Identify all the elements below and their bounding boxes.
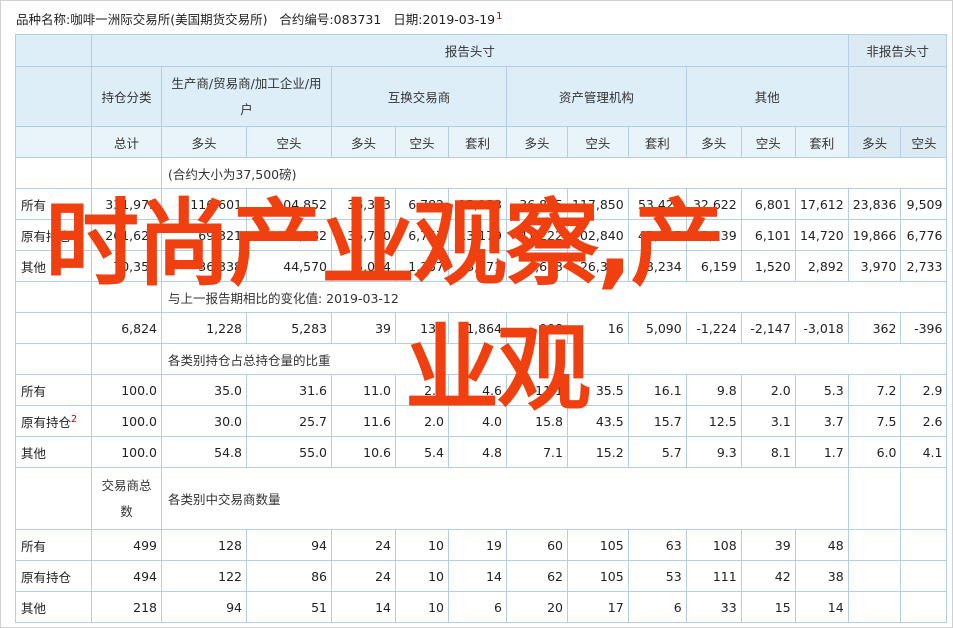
- row-label: 所有: [15, 529, 92, 561]
- other-spread-header: 套利: [794, 126, 849, 158]
- report-date-label: 日期:: [393, 12, 423, 27]
- contract-code-label: 合约编号:: [279, 12, 334, 27]
- nonreport-long-header: 多头: [847, 126, 902, 158]
- row-label: 其他: [15, 436, 92, 468]
- row-label: 原有持仓2: [15, 405, 92, 437]
- table-row: 原有持仓 494 122 86 24 10 14 62 105 53 111 4…: [15, 560, 948, 592]
- managed-long-header: 多头: [506, 126, 568, 158]
- watermark-line-1: 时尚产业观察,产: [45, 190, 725, 299]
- other-short-header: 空头: [740, 126, 796, 158]
- footnote-mark: 1: [496, 10, 503, 22]
- commodity-name-label: 品种名称:: [16, 12, 71, 27]
- other-long-header: 多头: [685, 126, 742, 158]
- contract-size-note: (合约大小为37,500磅): [160, 157, 948, 189]
- managed-short-header: 空头: [567, 126, 629, 158]
- blank-header-cell: [15, 66, 92, 127]
- row-label: [15, 312, 92, 344]
- traders-total-header: 交易商总数: [91, 467, 162, 530]
- corner-cell: [15, 34, 92, 67]
- row-label: 其他: [15, 591, 92, 623]
- producer-short-header: 空头: [246, 126, 332, 158]
- nonreport-short-header: 空头: [900, 126, 948, 158]
- category-header: 持仓分类: [91, 66, 162, 127]
- report-positions-header: 报告头寸: [91, 34, 849, 67]
- nonreport-blank-header: [847, 66, 948, 127]
- row-label: 原有持仓: [15, 560, 92, 592]
- table-row: 所有 499 128 94 24 10 19 60 105 63 108 39 …: [15, 529, 948, 561]
- managed-spread-header: 套利: [627, 126, 687, 158]
- report-date: 2019-03-19: [422, 12, 496, 27]
- swap-long-header: 多头: [331, 126, 396, 158]
- swap-dealer-header: 互换交易商: [331, 66, 507, 127]
- table-row: 其他 100.0 54.8 55.0 10.6 5.4 4.8 7.1 15.2…: [15, 436, 948, 468]
- table-row: 其他 218 94 51 14 10 6 20 17 6 33 15 14: [15, 591, 948, 623]
- swap-spread-header: 套利: [448, 126, 507, 158]
- total-header: 总计: [91, 126, 162, 158]
- commodity-name: 咖啡一洲际交易所(美国期货交易所): [70, 12, 268, 27]
- other-reportable-header: 其他: [685, 66, 849, 127]
- contract-code: 083731: [333, 12, 382, 27]
- row-label: 所有: [15, 374, 92, 406]
- producer-header: 生产商/贸易商/加工企业/用户: [161, 66, 332, 127]
- report-info-line: 品种名称:咖啡一洲际交易所(美国期货交易所) 合约编号:083731 日期:20…: [16, 9, 503, 28]
- footnote-mark: 2: [71, 413, 78, 425]
- traders-section-title: 各类别中交易商数量: [161, 467, 849, 530]
- blank-subheader-cell: [15, 126, 92, 158]
- producer-long-header: 多头: [161, 126, 247, 158]
- managed-money-header: 资产管理机构: [506, 66, 687, 127]
- nonreport-positions-header: 非报告头寸: [847, 34, 948, 67]
- watermark-line-2: 业观: [405, 315, 591, 424]
- swap-short-header: 空头: [395, 126, 449, 158]
